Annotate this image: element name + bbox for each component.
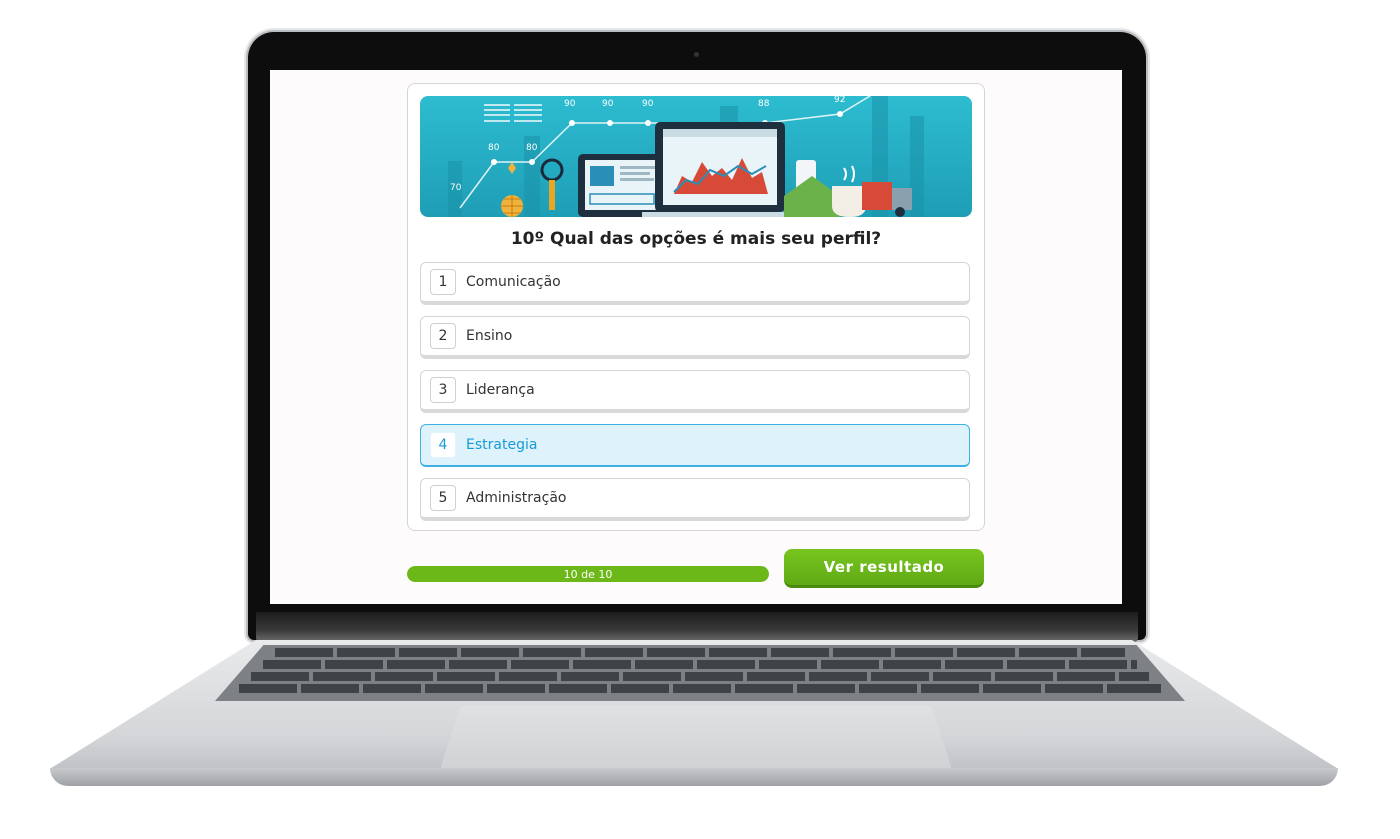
svg-text:90: 90 <box>564 99 576 109</box>
option-number-badge: 1 <box>430 269 456 295</box>
svg-text:88: 88 <box>758 99 770 109</box>
progress-text: 10 de 10 <box>563 567 613 581</box>
option-number-badge: 2 <box>430 323 456 349</box>
question-title: 10º Qual das opções é mais seu perfil? <box>510 229 882 249</box>
svg-text:90: 90 <box>642 99 654 109</box>
camera-dot <box>694 52 699 57</box>
laptop-hinge <box>256 612 1138 642</box>
svg-text:80: 80 <box>488 143 500 153</box>
quiz-card: 70 80 80 90 90 90 88 92 10º Qual das opç… <box>407 83 985 531</box>
trackpad <box>440 706 952 769</box>
option-label: Ensino <box>466 328 513 344</box>
laptop-base-edge <box>50 768 1338 786</box>
option-label: Estrategia <box>466 437 538 453</box>
option-lideranca[interactable]: 3 Liderança <box>420 370 970 413</box>
option-number-badge: 4 <box>430 432 456 458</box>
progress-bar: 10 de 10 <box>407 566 769 582</box>
keyboard <box>215 645 1185 701</box>
option-number-badge: 5 <box>430 485 456 511</box>
banner-illustration: 70 80 80 90 90 90 88 92 <box>420 96 972 217</box>
screen: 70 80 80 90 90 90 88 92 10º Qual das opç… <box>270 70 1122 604</box>
svg-text:80: 80 <box>526 143 538 153</box>
svg-text:70: 70 <box>450 183 462 193</box>
option-estrategia[interactable]: 4 Estrategia <box>420 424 970 467</box>
option-number-badge: 3 <box>430 377 456 403</box>
option-ensino[interactable]: 2 Ensino <box>420 316 970 359</box>
svg-text:90: 90 <box>602 99 614 109</box>
option-label: Administração <box>466 490 567 506</box>
option-label: Liderança <box>466 382 535 398</box>
banner-svg: 70 80 80 90 90 90 88 92 <box>420 96 972 217</box>
svg-text:92: 92 <box>834 96 845 105</box>
see-result-button[interactable]: Ver resultado <box>784 549 984 588</box>
option-comunicacao[interactable]: 1 Comunicação <box>420 262 970 305</box>
progress-fill: 10 de 10 <box>407 566 769 582</box>
laptop-lid: 70 80 80 90 90 90 88 92 10º Qual das opç… <box>248 32 1146 640</box>
option-administracao[interactable]: 5 Administração <box>420 478 970 521</box>
option-label: Comunicação <box>466 274 561 290</box>
